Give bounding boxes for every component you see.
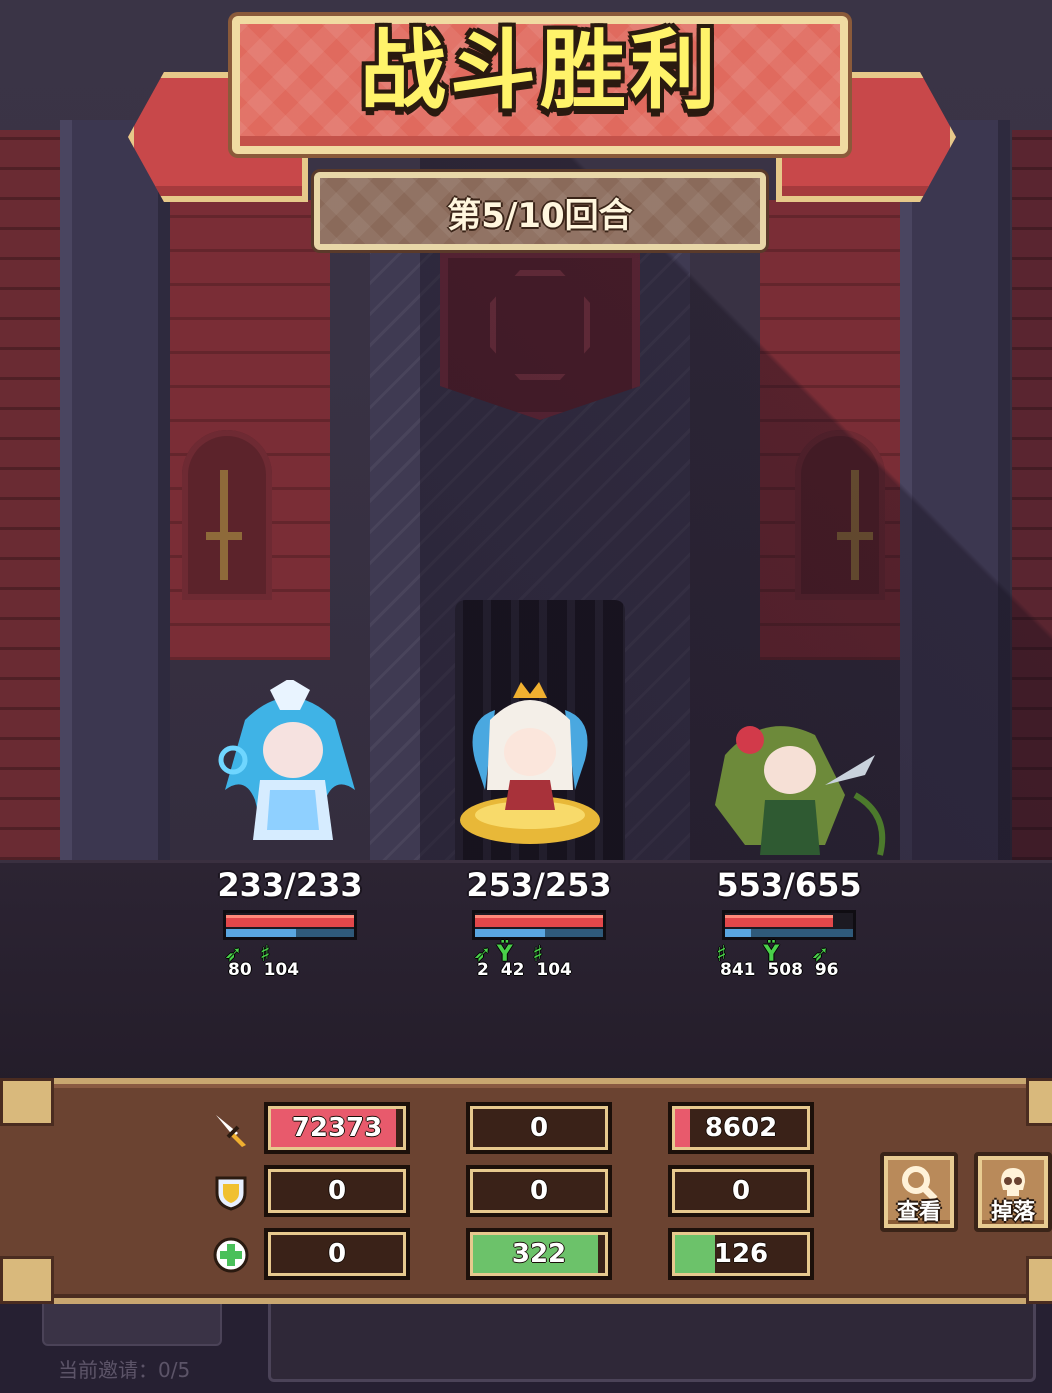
stat-defense: ♯ 841 <box>716 942 756 980</box>
defense-buff-icon: ♯ <box>716 942 727 967</box>
brick-wall-left <box>0 130 60 860</box>
attack-buff-icon: ➶ <box>810 942 830 967</box>
hero-sprite-golden-queen[interactable] <box>455 680 605 850</box>
damage-dealt-cell: 8602 <box>668 1102 814 1154</box>
pillar-left <box>60 120 170 860</box>
heal-cross-icon <box>212 1236 250 1274</box>
panel-corner-ornament <box>1026 1078 1052 1126</box>
damage-dealt-cell: 72373 <box>264 1102 410 1154</box>
healing-cell: 126 <box>668 1228 814 1280</box>
hero-sprite-rose-dryad[interactable] <box>705 715 895 860</box>
hero-stats: ➶ 80 ♯ 104 <box>224 942 305 980</box>
magic-buff-icon: Ϋ <box>496 942 513 967</box>
panel-corner-ornament <box>0 1078 54 1126</box>
stat-attack: ➶ 80 <box>224 942 252 980</box>
drop-button[interactable]: 掉落 <box>974 1152 1052 1232</box>
hero-sprite-ice-priestess[interactable] <box>215 680 365 850</box>
stat-defense: ♯ 104 <box>532 942 572 980</box>
stat-magic: Ϋ 42 <box>496 942 525 980</box>
damage-taken-cell: 0 <box>264 1165 410 1217</box>
hero-hp-text: 253/253 <box>466 866 612 904</box>
mp-fill <box>475 929 546 937</box>
attack-buff-icon: ➶ <box>473 942 492 967</box>
invite-slots <box>268 1292 1036 1382</box>
sword-icon <box>212 1111 250 1149</box>
shield-icon <box>212 1173 250 1211</box>
hero-hp-bar <box>722 910 856 940</box>
hero-hp-bar <box>472 910 606 940</box>
damage-dealt-cell: 0 <box>466 1102 612 1154</box>
stat-attack: ➶ 96 <box>810 942 839 980</box>
wall-sword-left <box>206 470 242 580</box>
healing-cell: 0 <box>264 1228 410 1280</box>
view-button[interactable]: 查看 <box>880 1152 958 1232</box>
hero-stats: ♯ 841 Ϋ 508 ➶ 96 <box>716 942 845 980</box>
mp-fill <box>725 929 751 937</box>
hp-fill <box>475 915 603 927</box>
damage-taken-cell: 0 <box>466 1165 612 1217</box>
hero-hp-bar <box>223 910 357 940</box>
invite-status: 当前邀请：0/5 <box>58 1358 191 1382</box>
defense-buff-icon: ♯ <box>259 942 271 967</box>
hero-hp-text: 553/655 <box>716 866 862 904</box>
magic-buff-icon: Ϋ <box>763 942 780 967</box>
defense-buff-icon: ♯ <box>532 942 544 967</box>
stat-attack: ➶ 2 <box>473 942 492 980</box>
attack-buff-icon: ➶ <box>224 942 243 967</box>
healing-cell: 322 <box>466 1228 612 1280</box>
panel-corner-ornament <box>0 1256 54 1304</box>
hp-fill <box>725 915 833 927</box>
damage-taken-cell: 0 <box>668 1165 814 1217</box>
stat-defense: ♯ 104 <box>259 942 300 980</box>
victory-title: 战斗胜利 <box>360 21 720 121</box>
mp-fill <box>226 929 297 937</box>
battle-scene: 战斗胜利 第5/10回合 233/233 ➶ 80 ♯ 104 253/253 … <box>0 0 1052 1393</box>
round-counter: 第5/10回合 <box>447 196 633 236</box>
hp-fill <box>226 915 354 927</box>
hero-stats: ➶ 2 Ϋ 42 ♯ 104 <box>473 942 578 980</box>
panel-corner-ornament <box>1026 1256 1052 1304</box>
stat-magic: Ϋ 508 <box>763 942 803 980</box>
hero-hp-text: 233/233 <box>217 866 363 904</box>
